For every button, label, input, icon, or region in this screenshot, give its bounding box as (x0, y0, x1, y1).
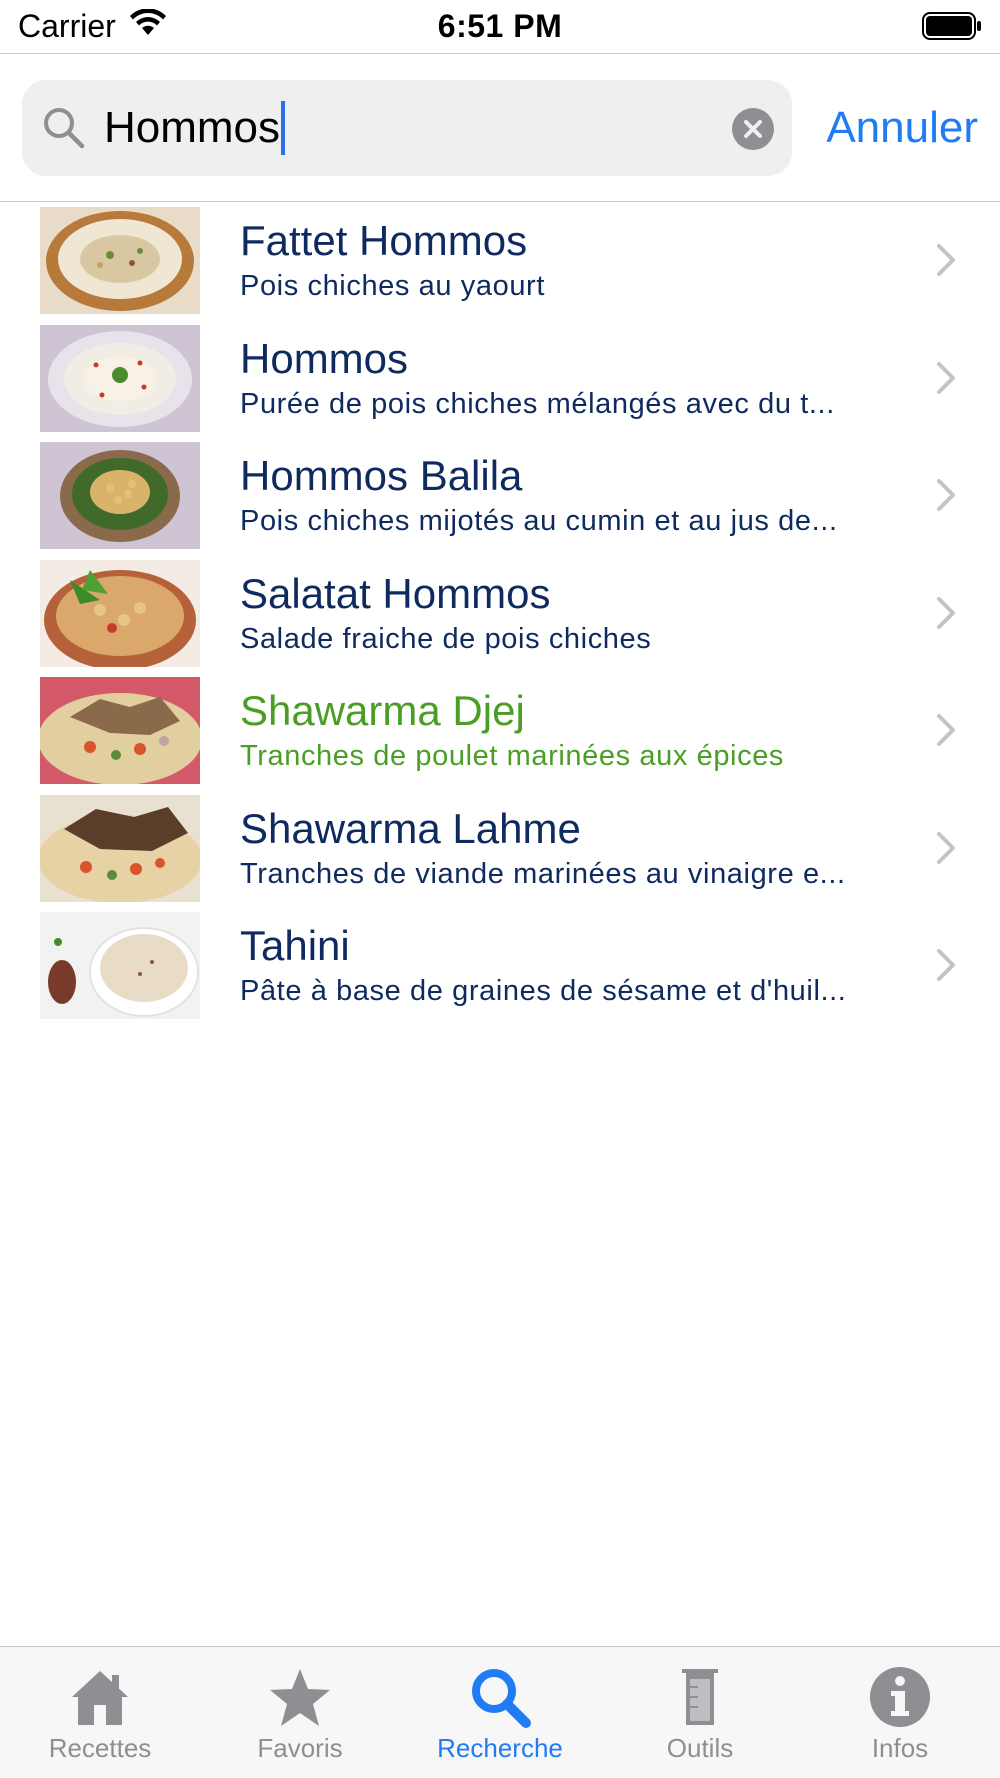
result-row[interactable]: Hommos Balila Pois chiches mijotés au cu… (0, 442, 1000, 560)
search-query: Hommos (104, 103, 281, 152)
result-row[interactable]: Shawarma Djej Tranches de poulet marinée… (0, 677, 1000, 795)
fattet-hommos-photo (40, 207, 200, 314)
search-query-text: Hommos (104, 100, 286, 156)
result-list: Fattet Hommos Pois chiches au yaourt Hom… (0, 207, 1000, 1030)
shawarma-lahme-photo (40, 794, 200, 902)
tab-label: Outils (666, 1733, 734, 1763)
tab-favoris[interactable]: Favoris (200, 1647, 400, 1778)
tahini-photo (40, 912, 200, 1019)
result-title: Hommos (240, 334, 409, 382)
result-title: Shawarma Lahme (240, 804, 581, 852)
chevron-right-icon (937, 831, 955, 864)
clear-x-icon (744, 120, 762, 138)
beaker-icon (682, 1669, 718, 1725)
magnifier-icon (42, 106, 86, 155)
result-row[interactable]: Tahini Pâte à base de graines de sésame … (0, 912, 1000, 1030)
hommos-balila-photo (40, 442, 200, 549)
result-title: Fattet Hommos (240, 217, 528, 264)
info-icon (870, 1667, 930, 1727)
hommos-photo (40, 324, 200, 432)
result-row[interactable]: Hommos Purée de pois chiches mélangés av… (0, 324, 1000, 443)
tab-label: Recherche (437, 1733, 563, 1763)
tab-infos[interactable]: Infos (800, 1647, 1000, 1778)
result-subtitle: Purée de pois chiches mélangés avec du t… (240, 387, 835, 420)
result-row[interactable]: Salatat Hommos Salade fraiche de pois ch… (0, 559, 1000, 678)
status-bar: Carrier 6:51 PM (0, 0, 1000, 54)
tab-outils[interactable]: Outils (600, 1647, 800, 1778)
tab-label: Recettes (48, 1733, 152, 1763)
chevron-right-icon (937, 949, 955, 981)
search-input[interactable]: Hommos (22, 80, 792, 176)
result-subtitle: Pois chiches au yaourt (240, 270, 545, 302)
clear-search-button[interactable] (732, 108, 774, 150)
text-caret (281, 101, 286, 155)
chevron-right-icon (937, 479, 955, 511)
chevron-right-icon (937, 361, 955, 394)
tab-label: Favoris (257, 1733, 343, 1763)
house-icon (72, 1671, 128, 1725)
chevron-right-icon (937, 596, 955, 629)
result-title: Hommos Balila (240, 452, 523, 499)
result-title: Tahini (240, 922, 350, 969)
tab-recherche[interactable]: Recherche (400, 1647, 600, 1778)
result-subtitle: Pâte à base de graines de sésame et d'hu… (240, 975, 847, 1007)
result-subtitle: Tranches de poulet marinées aux épices (240, 740, 785, 772)
tab-bar: Recettes Favoris Recherche Outils Infos (0, 1646, 1000, 1778)
battery-icon (922, 12, 982, 45)
result-subtitle: Pois chiches mijotés au cumin et au jus … (240, 505, 838, 537)
tab-label: Infos (871, 1733, 929, 1763)
result-subtitle: Tranches de viande marinées au vinaigre … (240, 857, 846, 890)
chevron-right-icon (937, 244, 955, 276)
tab-recettes[interactable]: Recettes (0, 1647, 200, 1778)
search-icon (472, 1669, 531, 1728)
status-time: 6:51 PM (437, 8, 563, 44)
star-icon (270, 1669, 330, 1726)
cancel-button[interactable]: Annuler (826, 103, 978, 153)
result-title: Shawarma Djej (240, 687, 525, 734)
result-row[interactable]: Shawarma Lahme Tranches de viande mariné… (0, 794, 1000, 913)
shawarma-djej-photo (40, 677, 200, 784)
result-subtitle: Salade fraiche de pois chiches (240, 622, 652, 655)
search-area: Hommos Annuler (0, 55, 1000, 202)
result-row[interactable]: Fattet Hommos Pois chiches au yaourt (0, 207, 1000, 325)
chevron-right-icon (937, 714, 955, 746)
salatat-hommos-photo (40, 559, 200, 667)
result-title: Salatat Hommos (240, 569, 551, 617)
